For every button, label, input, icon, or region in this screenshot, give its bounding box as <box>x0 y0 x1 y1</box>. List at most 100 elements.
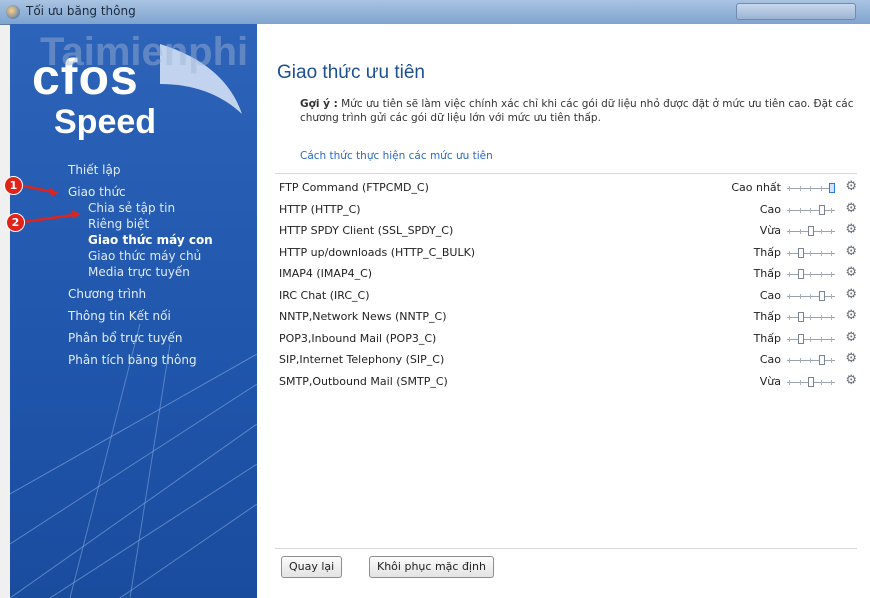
slider-thumb[interactable] <box>818 355 825 365</box>
protocol-name: IRC Chat (IRC_C) <box>279 288 370 302</box>
priority-slider[interactable] <box>785 204 837 215</box>
slider-track <box>787 209 835 211</box>
slider-thumb[interactable] <box>808 376 814 387</box>
protocol-row[interactable]: SIP,Internet Telephony (SIP_C) Cao ⚙ <box>279 349 859 371</box>
slider-tick <box>789 250 790 256</box>
page-title: Giao thức ưu tiên <box>277 62 425 83</box>
gear-icon[interactable]: ⚙ <box>845 330 857 345</box>
protocol-row[interactable]: IMAP4 (IMAP4_C) Thấp ⚙ <box>279 263 859 285</box>
back-button[interactable]: Quay lại <box>281 556 343 578</box>
slider-thumb[interactable] <box>797 269 804 279</box>
main-panel: Giao thức ưu tiên Gợi ý : Mức ưu tiên sẽ… <box>257 24 870 598</box>
divider <box>275 173 857 174</box>
slider-tick <box>820 186 822 191</box>
protocol-row[interactable]: NNTP,Network News (NNTP_C) Thấp ⚙ <box>279 306 859 328</box>
priority-slider[interactable] <box>785 333 837 344</box>
slider-track <box>787 360 835 361</box>
slider-track <box>787 252 835 254</box>
slider-thumb[interactable] <box>797 312 804 322</box>
slider-tick <box>820 336 822 342</box>
gear-icon[interactable]: ⚙ <box>845 309 857 323</box>
protocol-row[interactable]: HTTP up/downloads (HTTP_C_BULK) Thấp ⚙ <box>279 242 859 264</box>
slider-tick <box>789 186 790 191</box>
slider-tick <box>831 315 832 320</box>
hint-prefix: Gợi ý : <box>300 98 338 110</box>
restore-defaults-button[interactable]: Khôi phục mặc định <box>369 556 494 578</box>
slider-tick <box>820 315 822 320</box>
slider-thumb[interactable] <box>818 290 825 301</box>
protocol-name: HTTP up/downloads (HTTP_C_BULK) <box>279 245 476 259</box>
priority-label: Thấp <box>753 245 781 259</box>
slider-tick <box>831 379 832 385</box>
slider-tick <box>810 272 811 277</box>
priority-slider[interactable] <box>785 290 837 301</box>
hint-text: Gợi ý : Mức ưu tiên sẽ làm việc chính xá… <box>300 97 860 125</box>
protocol-row[interactable]: SMTP,Outbound Mail (SMTP_C) Vừa ⚙ <box>279 371 859 393</box>
slider-tick <box>789 293 790 299</box>
priority-slider[interactable] <box>785 355 837 365</box>
divider-bottom <box>275 548 857 549</box>
gear-icon[interactable]: ⚙ <box>845 244 857 259</box>
protocol-row[interactable]: POP3,Inbound Mail (POP3_C) Thấp ⚙ <box>279 328 859 350</box>
slider-tick <box>810 207 811 213</box>
slider-tick <box>831 250 832 256</box>
protocol-row[interactable]: FTP Command (FTPCMD_C) Cao nhất ⚙ <box>279 177 859 199</box>
slider-tick <box>789 315 790 320</box>
gear-icon[interactable]: ⚙ <box>845 266 857 280</box>
slider-track <box>787 295 835 297</box>
slider-tick <box>820 379 822 385</box>
annotation-badge-1: 1 <box>4 176 23 195</box>
protocol-row[interactable]: HTTP (HTTP_C) Cao ⚙ <box>279 199 859 221</box>
slider-tick <box>799 186 801 191</box>
slider-tick <box>799 207 801 213</box>
gear-icon[interactable]: ⚙ <box>845 201 857 216</box>
priority-label: Thấp <box>753 331 781 345</box>
priority-slider[interactable] <box>785 247 837 258</box>
slider-tick <box>799 358 801 363</box>
slider-track <box>787 274 835 275</box>
protocol-list: FTP Command (FTPCMD_C) Cao nhất ⚙ HTTP (HT… <box>279 177 859 392</box>
gear-icon[interactable]: ⚙ <box>845 180 857 194</box>
slider-tick <box>831 293 832 299</box>
slider-tick <box>810 293 811 299</box>
slider-tick <box>799 293 801 299</box>
gear-icon[interactable]: ⚙ <box>845 287 857 302</box>
protocol-row[interactable]: HTTP SPDY Client (SSL_SPDY_C) Vừa ⚙ <box>279 220 859 242</box>
priority-slider[interactable] <box>785 183 837 193</box>
slider-tick <box>810 358 811 363</box>
slider-thumb[interactable] <box>808 226 814 236</box>
gear-icon[interactable]: ⚙ <box>845 373 857 388</box>
protocol-name: FTP Command (FTPCMD_C) <box>279 181 429 194</box>
protocol-row[interactable]: IRC Chat (IRC_C) Cao ⚙ <box>279 285 859 307</box>
annotation-badge-2: 2 <box>6 213 25 232</box>
slider-tick <box>789 207 790 213</box>
priority-label: Cao nhất <box>731 181 781 194</box>
slider-track <box>787 338 835 340</box>
slider-tick <box>799 379 801 385</box>
slider-tick <box>831 358 832 363</box>
slider-tick <box>831 272 832 277</box>
slider-tick <box>831 336 832 342</box>
gear-icon[interactable]: ⚙ <box>845 352 857 366</box>
slider-tick <box>831 207 832 213</box>
slider-tick <box>810 336 811 342</box>
slider-tick <box>810 315 811 320</box>
priority-label: Vừa <box>759 224 781 237</box>
priority-slider[interactable] <box>785 312 837 322</box>
priority-slider[interactable] <box>785 376 837 387</box>
slider-thumb[interactable] <box>829 183 835 193</box>
priority-label: Cao <box>759 202 781 216</box>
slider-tick <box>789 272 790 277</box>
slider-tick <box>810 250 811 256</box>
priority-slider[interactable] <box>785 269 837 279</box>
slider-thumb[interactable] <box>797 333 804 344</box>
slider-thumb[interactable] <box>797 247 804 258</box>
protocol-name: NNTP,Network News (NNTP_C) <box>279 310 447 323</box>
slider-thumb[interactable] <box>818 204 825 215</box>
hint-body: Mức ưu tiên sẽ làm việc chính xác chỉ kh… <box>300 98 854 124</box>
priority-help-link[interactable]: Cách thức thực hiện các mức ưu tiên <box>300 150 493 162</box>
priority-slider[interactable] <box>785 226 837 236</box>
gear-icon[interactable]: ⚙ <box>845 223 857 237</box>
slider-tick <box>789 379 790 385</box>
slider-tick <box>831 229 832 234</box>
